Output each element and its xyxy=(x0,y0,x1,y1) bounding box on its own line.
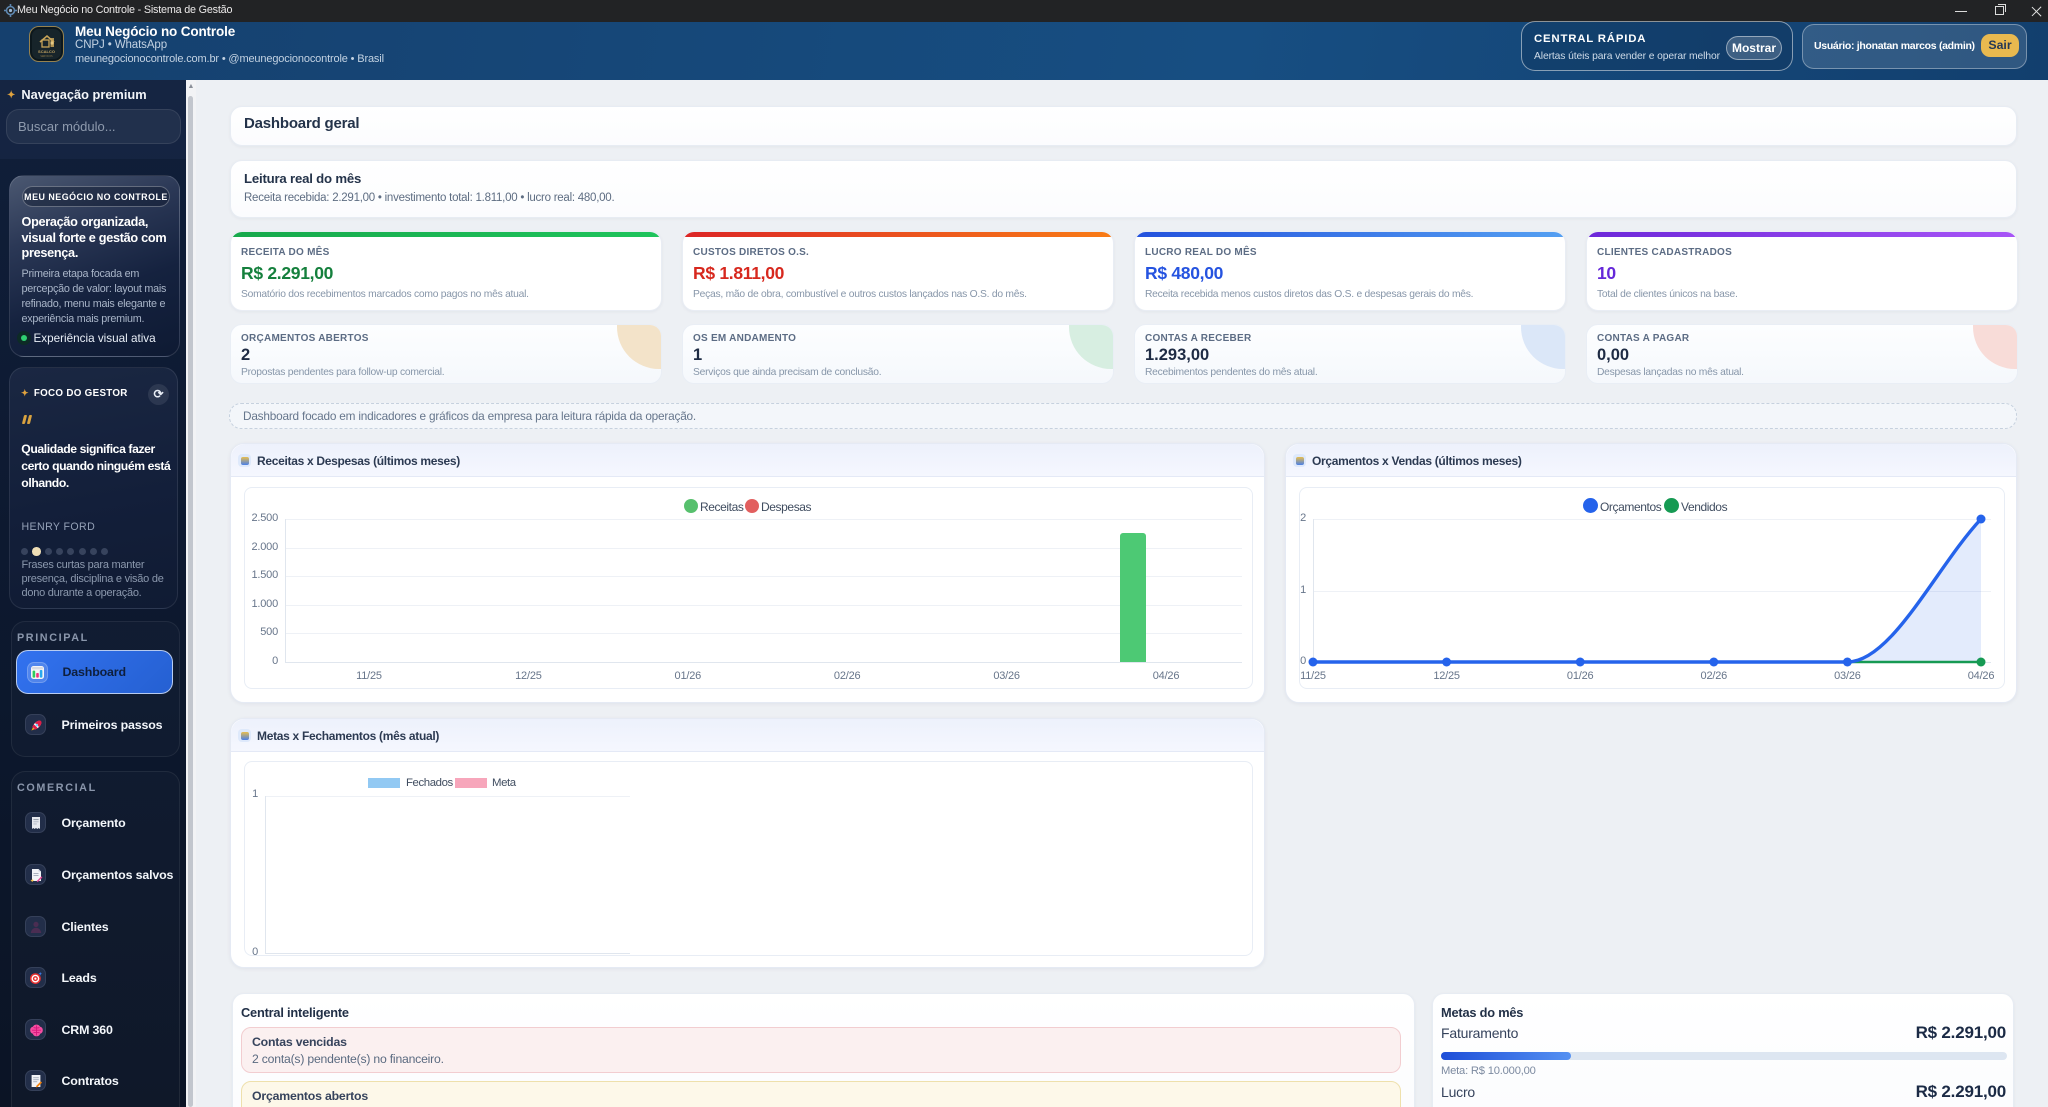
svg-text:SCALCO: SCALCO xyxy=(38,49,55,54)
svg-text:SERVICOS: SERVICOS xyxy=(40,55,53,58)
